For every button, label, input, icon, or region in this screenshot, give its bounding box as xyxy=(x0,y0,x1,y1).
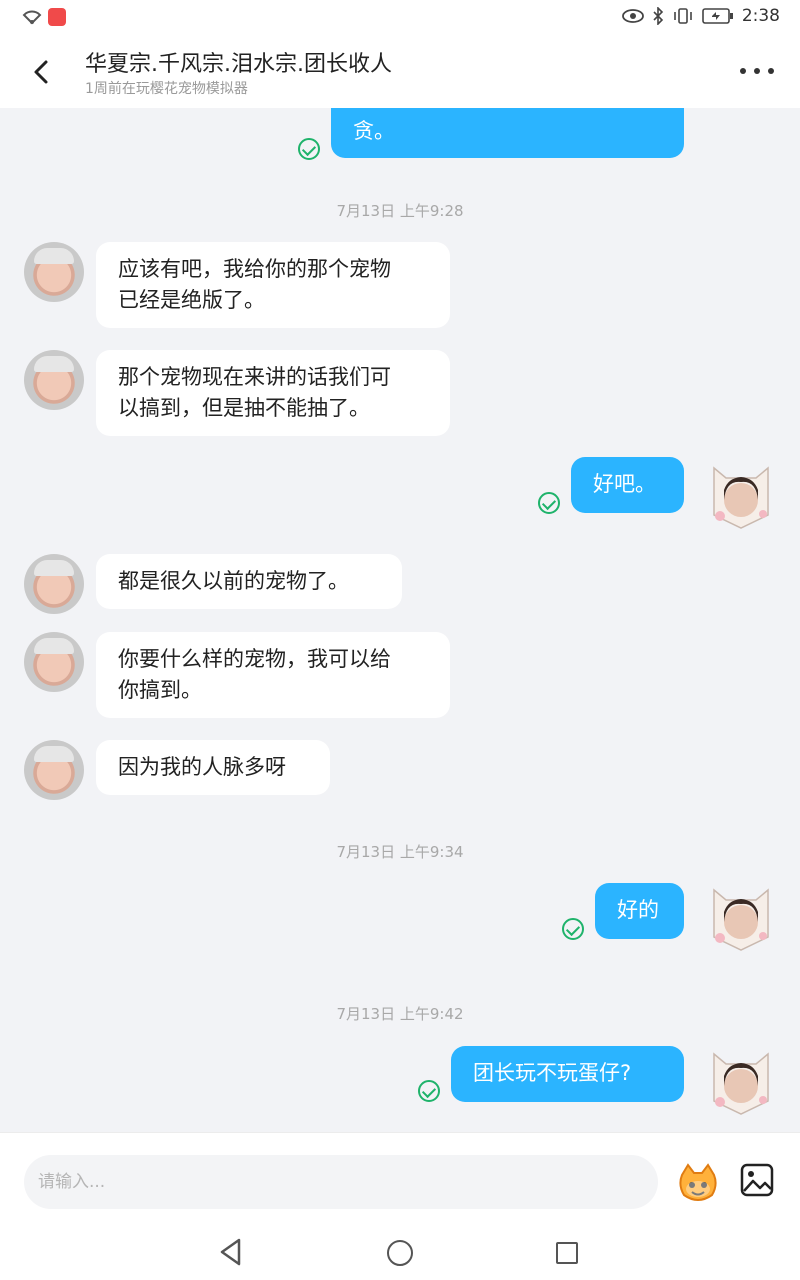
timestamp: 7月13日 上午9:42 xyxy=(336,1005,464,1023)
status-bar: 2:38 xyxy=(0,0,800,36)
contact-avatar[interactable] xyxy=(24,554,84,614)
contact-avatar[interactable] xyxy=(24,350,84,410)
emoji-sticker-icon[interactable] xyxy=(676,1163,720,1203)
message-bubble[interactable]: 好吧。 xyxy=(571,457,684,513)
message-bubble[interactable]: 团长玩不玩蛋仔? xyxy=(451,1046,684,1102)
nav-recent-apps-icon[interactable] xyxy=(556,1242,578,1264)
chat-header: 华夏宗.千风宗.泪水宗.团长收人 1周前在玩樱花宠物模拟器 xyxy=(0,36,800,108)
back-arrow-icon[interactable] xyxy=(24,54,60,90)
message-input[interactable]: 请输入... xyxy=(24,1155,658,1209)
read-check-icon xyxy=(538,492,560,514)
timestamp: 7月13日 上午9:34 xyxy=(336,843,464,861)
status-time: 2:38 xyxy=(741,6,780,26)
contact-avatar[interactable] xyxy=(24,242,84,302)
message-bubble[interactable]: 因为我的人脉多呀 xyxy=(96,740,330,795)
page-title: 华夏宗.千风宗.泪水宗.团长收人 xyxy=(85,52,392,77)
message-input-bar: 请输入... xyxy=(0,1132,800,1228)
app-notification-icon xyxy=(48,8,66,26)
message-bubble[interactable]: 那个宠物现在来讲的话我们可 以搞到，但是抽不能抽了。 xyxy=(96,350,450,436)
user-avatar[interactable] xyxy=(706,882,776,952)
message-bubble[interactable]: 应该有吧，我给你的那个宠物 已经是绝版了。 xyxy=(96,242,450,328)
contact-avatar[interactable] xyxy=(24,632,84,692)
eye-icon xyxy=(621,9,644,23)
timestamp: 7月13日 上午9:28 xyxy=(336,202,464,220)
bluetooth-icon xyxy=(653,7,663,25)
user-status-subtitle: 1周前在玩樱花宠物模拟器 xyxy=(85,81,248,97)
contact-avatar[interactable] xyxy=(24,740,84,800)
read-check-icon xyxy=(418,1080,440,1102)
message-bubble[interactable]: 都是很久以前的宠物了。 xyxy=(96,554,402,609)
system-navigation-bar xyxy=(0,1228,800,1280)
battery-icon xyxy=(702,8,733,24)
read-check-icon xyxy=(298,138,320,160)
message-bubble[interactable]: 你要什么样的宠物，我可以给 你搞到。 xyxy=(96,632,450,718)
vibrate-icon xyxy=(674,8,692,24)
user-avatar[interactable] xyxy=(706,460,776,530)
nav-home-icon[interactable] xyxy=(387,1240,413,1266)
message-list[interactable]: 贪。 7月13日 上午9:28 应该有吧，我给你的那个宠物 已经是绝版了。 那个… xyxy=(0,108,800,1132)
wifi-icon xyxy=(22,10,42,25)
user-avatar[interactable] xyxy=(706,1046,776,1116)
nav-back-icon[interactable] xyxy=(219,1238,243,1266)
read-check-icon xyxy=(562,918,584,940)
image-picker-icon[interactable] xyxy=(740,1163,774,1197)
message-bubble-partial[interactable]: 贪。 xyxy=(331,108,684,158)
message-bubble[interactable]: 好的 xyxy=(595,883,684,939)
more-options-icon[interactable] xyxy=(740,56,774,86)
